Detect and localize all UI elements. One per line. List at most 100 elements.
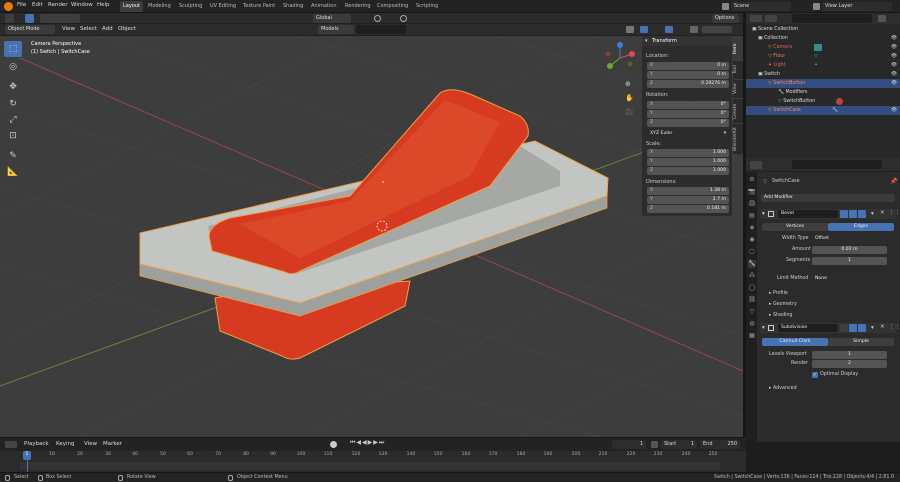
sidebar-tab-create[interactable]: Create xyxy=(733,99,743,123)
workspace-tab-compositing[interactable]: Compositing xyxy=(374,1,411,12)
modifier-tab-icon[interactable]: 🔧 xyxy=(748,260,756,268)
editmode-toggle-icon[interactable] xyxy=(840,324,848,332)
pin-icon[interactable]: 📌 xyxy=(890,178,897,185)
visibility-eye-icon[interactable]: 👁 xyxy=(891,79,897,88)
timeline-editor-icon[interactable] xyxy=(5,441,17,448)
visibility-eye-icon[interactable]: 👁 xyxy=(891,52,897,61)
subdivision-tab-catmull-clark[interactable]: Catmull-Clark xyxy=(762,338,828,346)
rotation-mode-dropdown[interactable]: XYZ Euler ▾ xyxy=(647,130,729,138)
data-tab-icon[interactable]: ▽ xyxy=(748,308,756,316)
scale-tool-icon[interactable]: ⤢ xyxy=(4,112,22,128)
world-tab-icon[interactable]: ◉ xyxy=(748,236,756,244)
blender-logo-icon[interactable] xyxy=(4,2,13,11)
location-x-field[interactable]: X0 m xyxy=(647,62,729,70)
timeline-menu-view[interactable]: View xyxy=(84,441,97,447)
outliner-row-light[interactable]: ✦ Light ✦ 👁 xyxy=(746,61,900,70)
snap-icon[interactable] xyxy=(374,15,381,22)
workspace-tab-modeling[interactable]: Modeling xyxy=(145,1,174,12)
outliner-search-input[interactable] xyxy=(792,14,872,23)
outliner-row-floor[interactable]: ▽ Floor ▽ 👁 xyxy=(746,52,900,61)
camera-view-icon[interactable]: 🎥 xyxy=(625,108,634,116)
dropdown-arrow-icon[interactable]: ▾ xyxy=(871,325,874,331)
scale-x-field[interactable]: X 1.000 xyxy=(647,149,729,157)
visibility-eye-icon[interactable]: 👁 xyxy=(891,70,897,79)
sidebar-tab-view[interactable]: View xyxy=(733,80,743,98)
optimal-display-checkbox[interactable]: ✓ xyxy=(812,372,818,378)
dimensions-y-field[interactable]: Y 2.7 m xyxy=(647,196,729,204)
models-search-input[interactable] xyxy=(356,25,406,34)
dimensions-x-field[interactable]: X 1.38 m xyxy=(647,187,729,195)
select-tool-icon[interactable] xyxy=(25,14,34,23)
viewport-menu-object[interactable]: Object xyxy=(118,26,136,32)
visibility-eye-icon[interactable]: 👁 xyxy=(891,106,897,115)
outliner-editor-icon[interactable] xyxy=(750,15,762,22)
render-levels-field[interactable]: 2 xyxy=(812,360,887,368)
menu-help[interactable]: Help xyxy=(97,2,110,8)
outliner-row-switchbutton-mesh[interactable]: ▽ SwitchButton xyxy=(746,97,900,106)
sidebar-tab-tool[interactable]: Tool xyxy=(733,61,743,79)
viewport-toggle-icon[interactable] xyxy=(849,324,857,332)
material-tab-icon[interactable]: ◍ xyxy=(748,320,756,328)
workspace-tab-sculpting[interactable]: Sculpting xyxy=(176,1,205,12)
render-toggle-icon[interactable] xyxy=(858,324,866,332)
pan-hand-icon[interactable]: ✋ xyxy=(625,94,634,102)
menu-edit[interactable]: Edit xyxy=(32,2,43,8)
scale-y-field[interactable]: Y 1.000 xyxy=(647,158,729,166)
editmode-toggle-icon[interactable] xyxy=(840,210,848,218)
limit-method-dropdown[interactable]: None xyxy=(812,275,887,283)
models-dropdown[interactable]: Models xyxy=(318,25,354,34)
filter-icon[interactable] xyxy=(878,15,886,22)
visibility-eye-icon[interactable]: 👁 xyxy=(891,61,897,70)
record-button-icon[interactable] xyxy=(330,441,337,448)
workspace-tab-texture-paint[interactable]: Texture Paint xyxy=(240,1,278,12)
annotate-tool-icon[interactable]: ✎ xyxy=(4,148,22,164)
3d-viewport[interactable]: Camera Perspective (1) Switch | SwitchCa… xyxy=(0,36,743,437)
select-mode-icons[interactable] xyxy=(40,14,80,23)
object-tab-icon[interactable]: ▢ xyxy=(748,248,756,256)
workspace-tab-scripting[interactable]: Scripting xyxy=(413,1,441,12)
width-type-dropdown[interactable]: Offset xyxy=(812,235,887,243)
workspace-tab-animation[interactable]: Animation xyxy=(308,1,340,12)
workspace-tab-layout[interactable]: Layout xyxy=(120,1,143,12)
subdivision-tab-simple[interactable]: Simple xyxy=(828,338,894,346)
collapse-arrow-icon[interactable]: ▾ xyxy=(762,325,765,331)
current-frame-field[interactable]: 1 xyxy=(612,440,646,449)
end-frame-field[interactable]: End 250 xyxy=(700,440,740,449)
advanced-subpanel[interactable]: ▸ Advanced xyxy=(769,386,797,391)
texture-tab-icon[interactable]: ▦ xyxy=(748,332,756,340)
move-tool-icon[interactable]: ✥ xyxy=(4,79,22,95)
preview-range-icon[interactable] xyxy=(651,441,658,448)
outliner-row-collection[interactable]: ▣ Collection 👁 xyxy=(746,34,900,43)
drag-handle-icon[interactable]: ⋮⋮ xyxy=(889,210,900,216)
location-z-field[interactable]: Z 0.29276 m xyxy=(647,80,729,88)
viewport-menu-select[interactable]: Select xyxy=(80,26,97,32)
display-mode-icon[interactable] xyxy=(765,15,777,22)
levels-viewport-field[interactable]: 1 xyxy=(812,351,887,359)
overlay-toggle-icon[interactable] xyxy=(665,26,673,33)
gizmo-toggle-icon[interactable] xyxy=(640,26,648,33)
properties-search-input[interactable] xyxy=(792,160,882,169)
proportional-icon[interactable] xyxy=(400,15,407,22)
workspace-tab-uv-editing[interactable]: UV Editing xyxy=(207,1,239,12)
outliner-row-camera[interactable]: ▽ Camera 👁 xyxy=(746,43,900,52)
select-box-tool-icon[interactable]: ⬚ xyxy=(4,41,22,57)
location-y-field[interactable]: Y0 m xyxy=(647,71,729,79)
profile-subpanel[interactable]: ▸ Profile xyxy=(769,291,788,296)
options-dropdown[interactable]: Options xyxy=(712,14,739,23)
transform-tool-icon[interactable]: ⊡ xyxy=(4,128,22,144)
visibility-icon[interactable] xyxy=(626,26,634,33)
visibility-eye-icon[interactable]: 👁 xyxy=(891,43,897,52)
sidebar-tab-item[interactable]: Item xyxy=(733,38,743,60)
properties-editor-icon[interactable] xyxy=(750,161,762,169)
amount-field[interactable]: 0.02 m xyxy=(812,246,887,254)
view-layer-icon[interactable] xyxy=(813,3,820,10)
transform-panel-header[interactable]: ▾ Transform xyxy=(642,36,732,46)
viewport-menu-view[interactable]: View xyxy=(62,26,75,32)
drag-handle-icon[interactable]: ⋮⋮ xyxy=(889,324,900,330)
dimensions-z-field[interactable]: Z 0.181 m xyxy=(647,205,729,213)
outliner-row-scene-collection[interactable]: ▣ Scene Collection xyxy=(746,25,900,34)
outliner-row-switchcase[interactable]: ▽ SwitchCase 🔧 👁 xyxy=(746,106,900,115)
cursor-tool-icon[interactable] xyxy=(5,14,14,23)
segments-field[interactable]: 1 xyxy=(812,257,887,265)
measure-tool-icon[interactable]: 📐 xyxy=(4,164,22,180)
